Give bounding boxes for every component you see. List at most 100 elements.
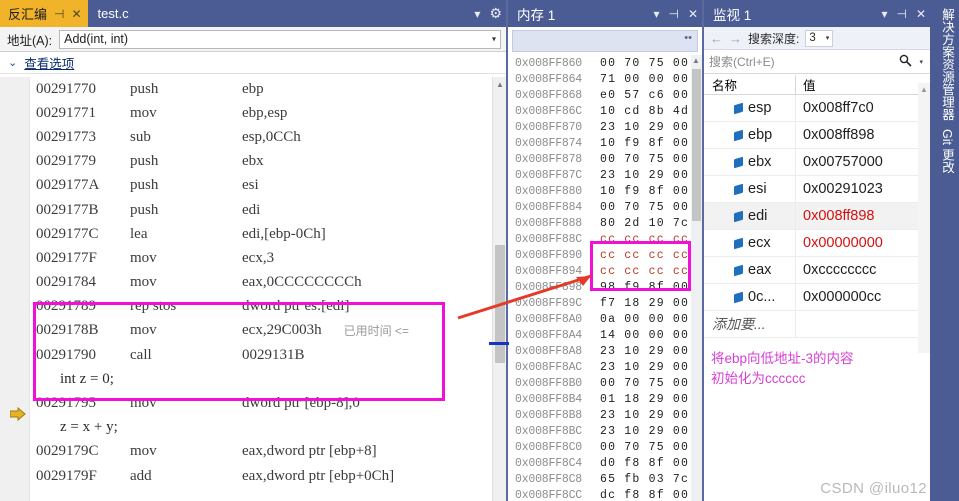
memory-row[interactable]: 0x008FF8A8 23 10 29 00 <box>512 343 698 359</box>
view-options-label[interactable]: 查看选项 <box>24 53 74 72</box>
watch-row[interactable]: eax 0xcccccccc <box>704 257 930 284</box>
memory-row[interactable]: 0x008FF89C f7 18 29 00 <box>512 295 698 311</box>
watch-row[interactable]: edi 0x008ff898 <box>704 203 930 230</box>
memory-row[interactable]: 0x008FF8AC 23 10 29 00 <box>512 359 698 375</box>
view-options-row[interactable]: ⌄ 查看选项 <box>0 52 506 74</box>
watch-row[interactable]: esi 0x00291023 <box>704 176 930 203</box>
watch-row-value[interactable]: 0x008ff898 <box>796 208 930 224</box>
disassembly-line[interactable]: 0029179F add eax,dword ptr [ebp+0Ch] <box>30 464 492 488</box>
disassembly-line[interactable]: 00291770 push ebp <box>30 77 492 101</box>
watch-row-value[interactable]: 0x00291023 <box>796 181 930 197</box>
close-icon[interactable]: ✕ <box>688 7 698 21</box>
watch-search-input[interactable]: 搜索(Ctrl+E) <box>704 53 775 70</box>
chevron-down-icon[interactable]: ▾ <box>492 35 496 44</box>
disassembly-line[interactable]: 00291773 sub esp,0CCh <box>30 125 492 149</box>
memory-row[interactable]: 0x008FF8BC 23 10 29 00 <box>512 423 698 439</box>
chevron-down-icon[interactable]: ▾ <box>474 7 480 21</box>
back-arrow-icon[interactable]: ← <box>710 31 723 46</box>
watch-row[interactable]: esp 0x008ff7c0 <box>704 95 930 122</box>
memory-row[interactable]: 0x008FF86C 10 cd 8b 4d <box>512 103 698 119</box>
memory-row[interactable]: 0x008FF8C0 00 70 75 00 <box>512 439 698 455</box>
memory-row[interactable]: 0x008FF890 cc cc cc cc <box>512 247 698 263</box>
watch-row-value[interactable]: 0xcccccccc <box>796 262 930 278</box>
disassembly-line[interactable]: 00291784 mov eax,0CCCCCCCCh <box>30 271 492 295</box>
scroll-up-icon[interactable]: ▲ <box>692 56 700 65</box>
chevron-down-icon[interactable]: ▾ <box>826 34 830 42</box>
watch-search-bar[interactable]: 搜索(Ctrl+E) ▾ <box>704 50 930 74</box>
memory-row[interactable]: 0x008FF880 10 f9 8f 00 <box>512 183 698 199</box>
disassembly-line[interactable]: 00291771 mov ebp,esp <box>30 101 492 125</box>
memory-row[interactable]: 0x008FF864 71 00 00 00 <box>512 71 698 87</box>
scroll-up-icon[interactable]: ▲ <box>496 80 504 89</box>
disassembly-line[interactable]: 00291795 mov dword ptr [ebp-8],0 <box>30 391 492 415</box>
pin-icon[interactable]: ⊣ <box>668 7 678 21</box>
memory-row[interactable]: 0x008FF8C8 65 fb 03 7c <box>512 471 698 487</box>
pin-icon[interactable]: ⊣ <box>54 8 64 20</box>
chevron-down-icon[interactable]: ▾ <box>919 58 923 66</box>
memory-row[interactable]: 0x008FF8B0 00 70 75 00 <box>512 375 698 391</box>
memory-row[interactable]: 0x008FF868 e0 57 c6 00 <box>512 87 698 103</box>
scrollbar-thumb[interactable] <box>495 245 505 363</box>
memory-row[interactable]: 0x008FF878 00 70 75 00 <box>512 151 698 167</box>
watch-scrollbar[interactable]: ▲ <box>918 83 930 353</box>
scrollbar-thumb[interactable] <box>692 69 701 221</box>
watch-row-value[interactable]: 0x00000000 <box>796 235 930 251</box>
disassembly-line[interactable]: 0029177B push edi <box>30 198 492 222</box>
memory-row[interactable]: 0x008FF874 10 f9 8f 00 <box>512 135 698 151</box>
memory-row[interactable]: 0x008FF8A4 14 00 00 00 <box>512 327 698 343</box>
gear-icon[interactable]: ⚙ <box>489 5 502 22</box>
search-depth-select[interactable]: 3 ▾ <box>805 29 834 47</box>
overflow-icon[interactable]: •• <box>684 32 692 44</box>
search-icon[interactable] <box>899 54 912 72</box>
disassembly-line[interactable]: 00291779 push ebx <box>30 150 492 174</box>
memory-row[interactable]: 0x008FF894 cc cc cc cc <box>512 263 698 279</box>
tab-disassembly[interactable]: 反汇编 ⊣ ✕ <box>0 0 88 27</box>
scroll-up-icon[interactable]: ▲ <box>920 85 928 94</box>
disassembly-scrollbar[interactable]: ▲ <box>492 77 506 501</box>
watch-row-value[interactable]: 0x00757000 <box>796 154 930 170</box>
disassembly-line[interactable]: 0029178B mov ecx,29C003h 已用时间 <= <box>30 319 492 343</box>
disassembly-line[interactable]: 0029177A push esi <box>30 174 492 198</box>
memory-row[interactable]: 0x008FF860 00 70 75 00 <box>512 55 698 71</box>
watch-row-value[interactable]: 0x008ff898 <box>796 127 930 143</box>
chevron-down-icon[interactable]: ▾ <box>653 7 659 21</box>
pin-icon[interactable]: ⊣ <box>896 7 906 21</box>
close-icon[interactable]: ✕ <box>916 7 926 21</box>
watch-row-value[interactable]: 0x000000cc <box>796 289 930 305</box>
disassembly-line[interactable]: 00291790 call 0029131B <box>30 343 492 367</box>
memory-row[interactable]: 0x008FF898 98 f9 8f 00 <box>512 279 698 295</box>
disassembly-code-area[interactable]: 00291770 push ebp 00291771 mov ebp,esp 0029177… <box>0 77 506 501</box>
watch-add-row[interactable]: 添加要... <box>704 311 930 338</box>
breakpoint-gutter[interactable] <box>0 77 30 501</box>
watch-row[interactable]: ebx 0x00757000 <box>704 149 930 176</box>
disassembly-line[interactable]: 0029177F mov ecx,3 <box>30 246 492 270</box>
disassembly-line[interactable]: 0029179C mov eax,dword ptr [ebp+8] <box>30 440 492 464</box>
watch-row[interactable]: ebp 0x008ff898 <box>704 122 930 149</box>
watch-add-row-input[interactable]: 添加要... <box>704 311 796 337</box>
disassembly-line[interactable]: 0029177C lea edi,[ebp-0Ch] <box>30 222 492 246</box>
rail-item-solution-explorer[interactable]: 解决方案资源管理器 <box>938 0 957 121</box>
memory-row[interactable]: 0x008FF8C4 d0 f8 8f 00 <box>512 455 698 471</box>
disassembly-line[interactable]: 00291789 rep stos dword ptr es:[edi] <box>30 295 492 319</box>
watch-row[interactable]: ecx 0x00000000 <box>704 230 930 257</box>
memory-row[interactable]: 0x008FF8CC dc f8 8f 00 <box>512 487 698 501</box>
tab-test-c[interactable]: test.c <box>87 0 145 27</box>
forward-arrow-icon[interactable]: → <box>729 31 742 46</box>
watch-row[interactable]: 0c... 0x000000cc <box>704 284 930 311</box>
watch-row-value[interactable]: 0x008ff7c0 <box>796 100 930 116</box>
memory-row[interactable]: 0x008FF8A0 0a 00 00 00 <box>512 311 698 327</box>
memory-scrollbar[interactable]: ▲ <box>691 55 702 501</box>
memory-toolbar[interactable]: •• <box>512 30 698 52</box>
memory-row[interactable]: 0x008FF884 00 70 75 00 <box>512 199 698 215</box>
chevron-down-icon[interactable]: ▾ <box>881 7 887 21</box>
memory-row[interactable]: 0x008FF8B4 01 18 29 00 <box>512 391 698 407</box>
rail-item-git-changes[interactable]: Git 更改 <box>938 121 957 173</box>
memory-row[interactable]: 0x008FF870 23 10 29 00 <box>512 119 698 135</box>
memory-row[interactable]: 0x008FF8B8 23 10 29 00 <box>512 407 698 423</box>
close-icon[interactable]: ✕ <box>71 8 81 20</box>
memory-row[interactable]: 0x008FF888 80 2d 10 7c <box>512 215 698 231</box>
address-input[interactable]: Add(int, int) ▾ <box>59 29 501 49</box>
chevron-down-icon[interactable]: ⌄ <box>8 56 17 69</box>
memory-row[interactable]: 0x008FF88C cc cc cc cc <box>512 231 698 247</box>
memory-row[interactable]: 0x008FF87C 23 10 29 00 <box>512 167 698 183</box>
